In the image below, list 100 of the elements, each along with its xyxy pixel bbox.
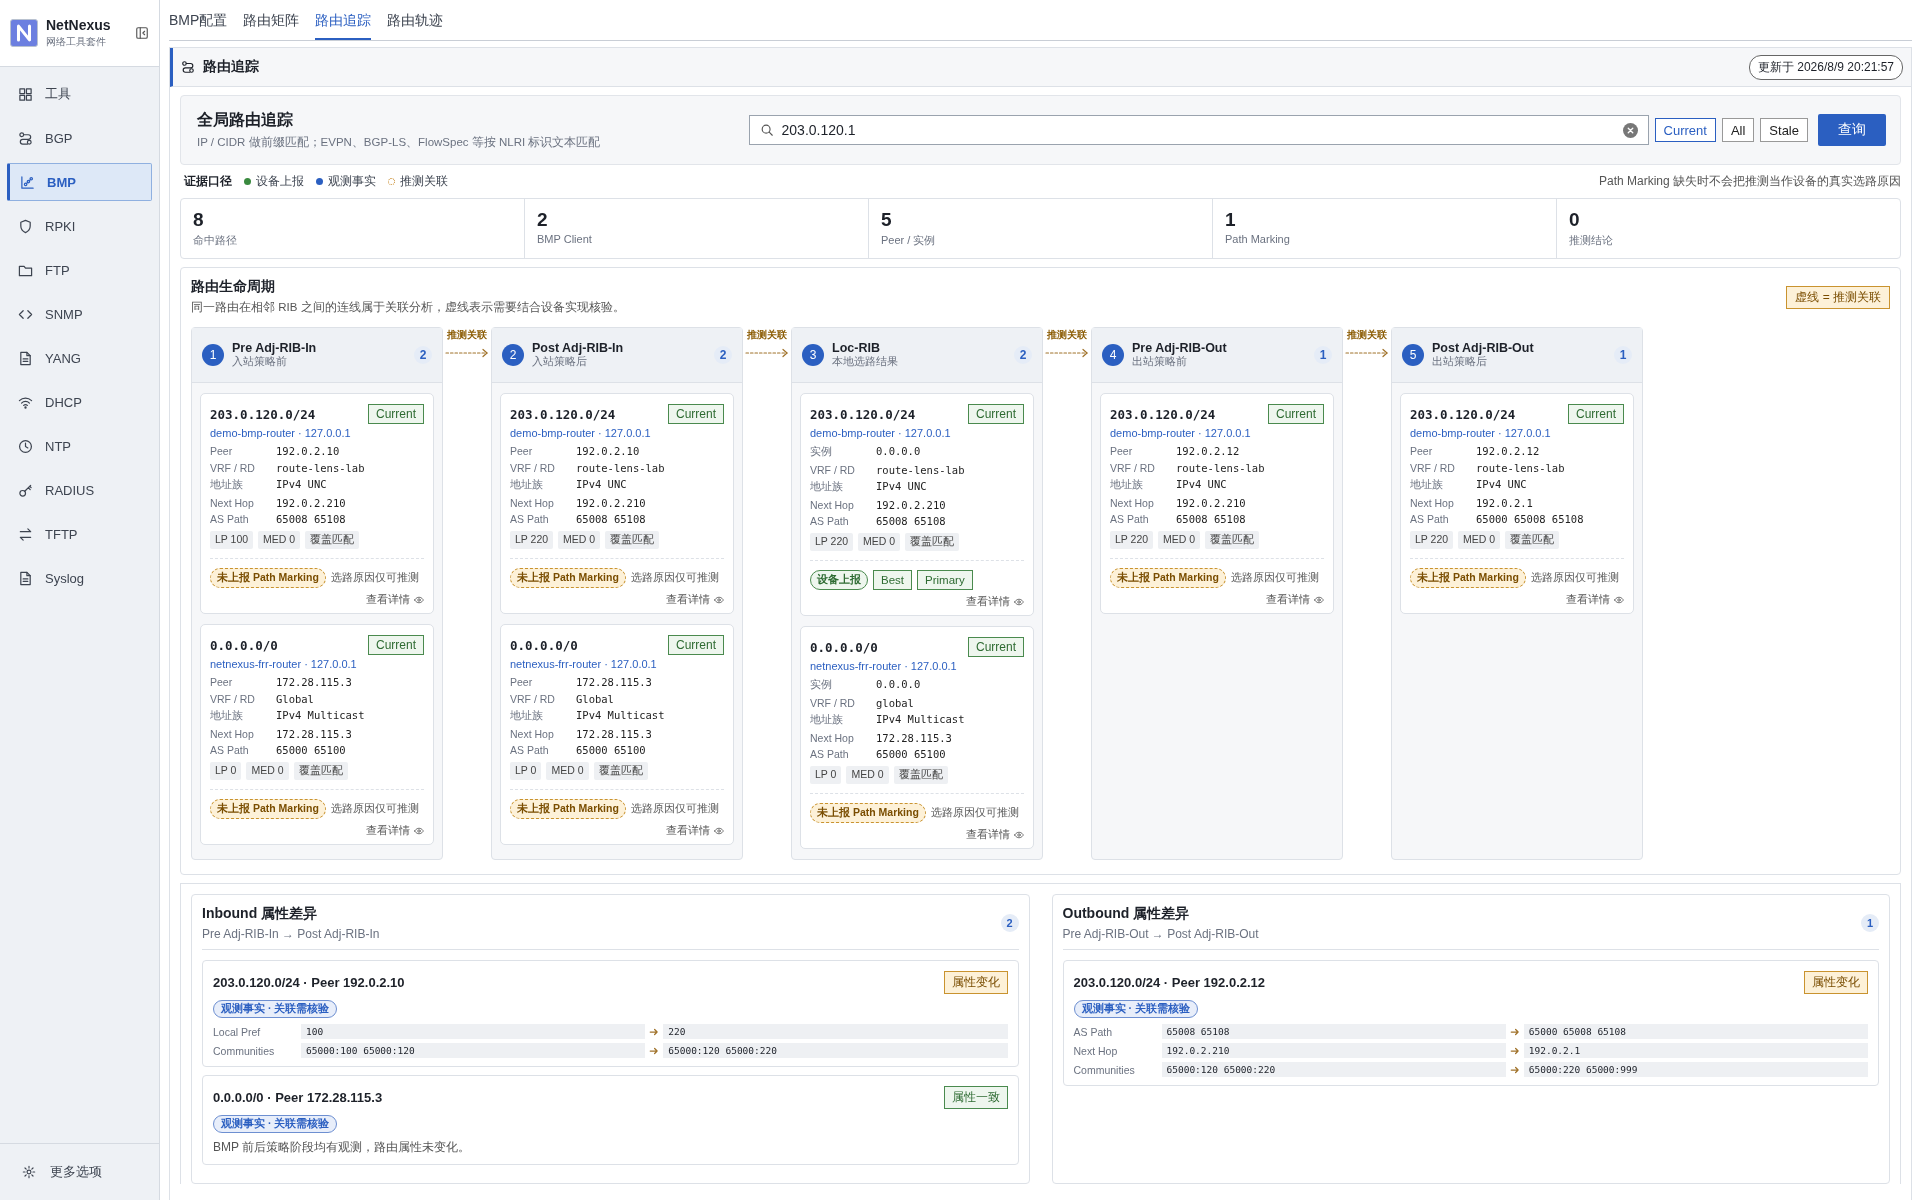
field-value: 65008 65108 (1176, 513, 1247, 525)
stat-label: 命中路径 (193, 233, 238, 248)
field-label: Peer (510, 445, 534, 457)
router-link[interactable]: netnexus-frr-router · 127.0.0.1 (810, 660, 1024, 672)
router-link[interactable]: demo-bmp-router · 127.0.0.1 (510, 427, 724, 439)
sidebar-item[interactable]: BMP (7, 163, 152, 201)
field-value: route-lens-lab (576, 461, 666, 474)
filter-button[interactable]: All (1721, 118, 1755, 142)
router-link[interactable]: demo-bmp-router · 127.0.0.1 (1110, 427, 1324, 439)
details-link[interactable]: 查看详情 (1566, 593, 1624, 607)
stage-title: Pre Adj-RIB-Out (1132, 341, 1228, 355)
stage-count: 1 (1314, 346, 1332, 364)
field-value: Global (576, 692, 615, 705)
eye-icon (1014, 597, 1024, 607)
field-value: 192.0.2.10 (576, 445, 641, 457)
tab[interactable]: 路由矩阵 (243, 12, 300, 40)
attribute-chip: MED 0 (546, 762, 589, 780)
field-value: IPv4 Multicast (276, 709, 366, 723)
field-value: 65000 65008 65108 (1476, 513, 1585, 525)
sidebar-item[interactable]: NTP (7, 427, 152, 465)
field-value: IPv4 UNC (1176, 478, 1228, 492)
router-link[interactable]: demo-bmp-router · 127.0.0.1 (210, 427, 424, 439)
router-link[interactable]: demo-bmp-router · 127.0.0.1 (1410, 427, 1624, 439)
before-value: 65008 65108 (1161, 1024, 1506, 1039)
attribute-chip: 覆盖匹配 (593, 762, 648, 780)
dashed-arrow-icon (745, 348, 789, 358)
after-value: 192.0.2.1 (1523, 1043, 1868, 1058)
sidebar-item[interactable]: RPKI (7, 207, 152, 245)
sidebar-collapse-icon (135, 26, 149, 40)
field-label: AS Path (810, 515, 850, 527)
router-link[interactable]: demo-bmp-router · 127.0.0.1 (810, 427, 1024, 439)
arrow-right-icon (1509, 1064, 1520, 1075)
details-link[interactable]: 查看详情 (366, 824, 424, 838)
sidebar-item[interactable]: FTP (7, 251, 152, 289)
field-label: VRF / RD (510, 692, 556, 705)
flag-tag: Best (873, 570, 912, 590)
field-label: 地址族 (1110, 478, 1144, 492)
settings-icon (22, 1165, 36, 1179)
field-value: IPv4 UNC (276, 478, 328, 492)
tab[interactable]: BMP配置 (169, 12, 228, 40)
field-label: 地址族 (510, 478, 544, 492)
dashed-arrow-icon (445, 348, 489, 358)
tab[interactable]: 路由轨迹 (387, 12, 444, 40)
field-value: IPv4 UNC (576, 478, 628, 492)
details-link[interactable]: 查看详情 (666, 593, 724, 607)
diff-title: Inbound 属性差异 (202, 905, 319, 923)
field-value: 172.28.115.3 (576, 676, 653, 688)
details-link[interactable]: 查看详情 (366, 593, 424, 607)
field-label: AS Path (1410, 513, 1450, 525)
route-prefix: 203.0.120.0/24 (1410, 406, 1516, 422)
details-link[interactable]: 查看详情 (966, 828, 1024, 842)
stat-value: 5 (881, 209, 893, 231)
tab[interactable]: 路由追踪 (315, 12, 372, 40)
route-prefix: 0.0.0.0/0 (510, 637, 578, 653)
swap-icon (18, 526, 33, 542)
clear-icon[interactable] (1622, 122, 1638, 138)
details-link[interactable]: 查看详情 (1266, 593, 1324, 607)
field-label: VRF / RD (510, 461, 556, 474)
search-field[interactable]: 203.0.120.1 (748, 115, 1649, 145)
field-label: Peer (210, 676, 234, 688)
diff-count: 1 (1861, 914, 1879, 932)
details-link[interactable]: 查看详情 (966, 595, 1024, 609)
attribute-chip: 覆盖匹配 (1205, 531, 1260, 549)
status-tag: Current (368, 404, 424, 424)
stage-title: Loc-RIB (832, 341, 881, 355)
attribute-chip: MED 0 (858, 533, 901, 551)
app-name: NetNexus (46, 17, 112, 33)
search-input[interactable]: 203.0.120.1 (781, 122, 1615, 138)
before-value: 100 (301, 1024, 646, 1039)
sidebar-item[interactable]: 工具 (7, 75, 152, 113)
sidebar-item[interactable]: TFTP (7, 515, 152, 553)
sidebar-item[interactable]: RADIUS (7, 471, 152, 509)
stage-number: 5 (1402, 344, 1424, 366)
link-label: 推测关联 (1347, 329, 1387, 342)
clock-icon (18, 438, 33, 454)
route-prefix: 203.0.120.0/24 (810, 406, 916, 422)
sidebar-item[interactable]: SNMP (7, 295, 152, 333)
router-link[interactable]: netnexus-frr-router · 127.0.0.1 (210, 658, 424, 670)
sidebar-item[interactable]: BGP (7, 119, 152, 157)
sidebar-item[interactable]: YANG (7, 339, 152, 377)
sidebar-item[interactable]: DHCP (7, 383, 152, 421)
attribute-label: Communities (213, 1044, 276, 1057)
query-button[interactable]: 查询 (1818, 114, 1886, 146)
collapse-button[interactable] (135, 26, 149, 40)
arrow-right-icon (649, 1045, 660, 1056)
more-options-button[interactable]: 更多选项 (0, 1143, 159, 1200)
stage-title: Post Adj-RIB-In (532, 341, 625, 355)
legend-note: Path Marking 缺失时不会把推测当作设备的真实选路原因 (1598, 173, 1901, 190)
field-value: 192.0.2.210 (876, 498, 947, 511)
evidence-tag: 未上报 Path Marking (510, 799, 626, 819)
filter-button[interactable]: Stale (1760, 118, 1808, 142)
field-label: 地址族 (210, 709, 244, 723)
filter-button[interactable]: Current (1654, 118, 1716, 142)
stage-subtitle: 入站策略前 (232, 355, 288, 369)
route-prefix: 0.0.0.0/0 (810, 639, 878, 655)
status-tag: 属性变化 (1804, 971, 1868, 994)
status-tag: Current (668, 635, 724, 655)
sidebar-item[interactable]: Syslog (7, 559, 152, 597)
details-link[interactable]: 查看详情 (666, 824, 724, 838)
router-link[interactable]: netnexus-frr-router · 127.0.0.1 (510, 658, 724, 670)
